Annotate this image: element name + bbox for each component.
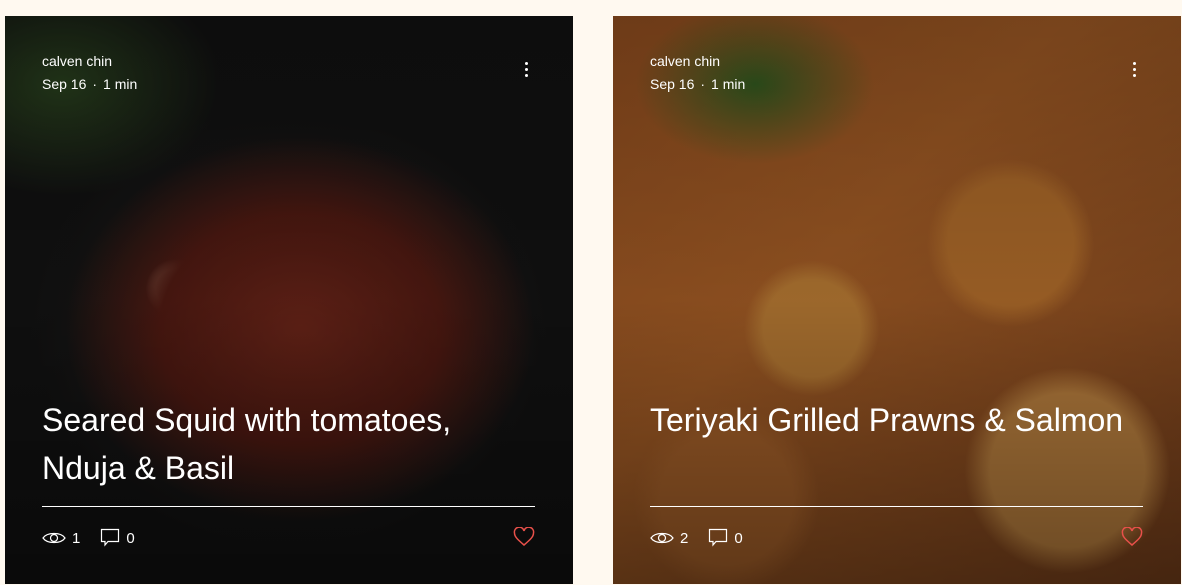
eye-icon xyxy=(650,532,674,544)
comments-count[interactable]: 0 xyxy=(100,528,135,548)
read-time: 1 min xyxy=(711,76,746,92)
post-card[interactable]: calven chin Sep 16 · 1 min Seared Squid wi… xyxy=(5,16,573,584)
post-date: Sep 16 xyxy=(42,76,87,92)
post-title[interactable]: Teriyaki Grilled Prawns & Salmon xyxy=(650,396,1130,444)
more-options-icon[interactable] xyxy=(525,62,529,80)
views-count: 1 xyxy=(42,530,80,547)
views-count: 2 xyxy=(650,530,688,547)
eye-icon xyxy=(42,532,66,544)
like-heart-icon[interactable] xyxy=(513,527,535,547)
post-date: Sep 16 xyxy=(650,76,695,92)
comment-icon xyxy=(709,528,728,547)
post-image xyxy=(613,16,1181,584)
post-author[interactable]: calven chin xyxy=(650,53,720,69)
like-heart-icon[interactable] xyxy=(1121,527,1143,547)
post-image xyxy=(5,16,573,584)
post-card[interactable]: calven chin Sep 16 · 1 min Teriyaki Grille… xyxy=(613,16,1181,584)
read-time: 1 min xyxy=(103,76,138,92)
more-options-icon[interactable] xyxy=(1133,62,1137,80)
post-meta: Sep 16 · 1 min xyxy=(42,76,138,92)
divider xyxy=(42,506,535,507)
post-meta: Sep 16 · 1 min xyxy=(650,76,746,92)
divider xyxy=(650,506,1143,507)
post-title[interactable]: Seared Squid with tomatoes, Nduja & Basi… xyxy=(42,396,522,492)
comments-count[interactable]: 0 xyxy=(708,528,743,548)
post-author[interactable]: calven chin xyxy=(42,53,112,69)
comment-icon xyxy=(101,528,120,547)
